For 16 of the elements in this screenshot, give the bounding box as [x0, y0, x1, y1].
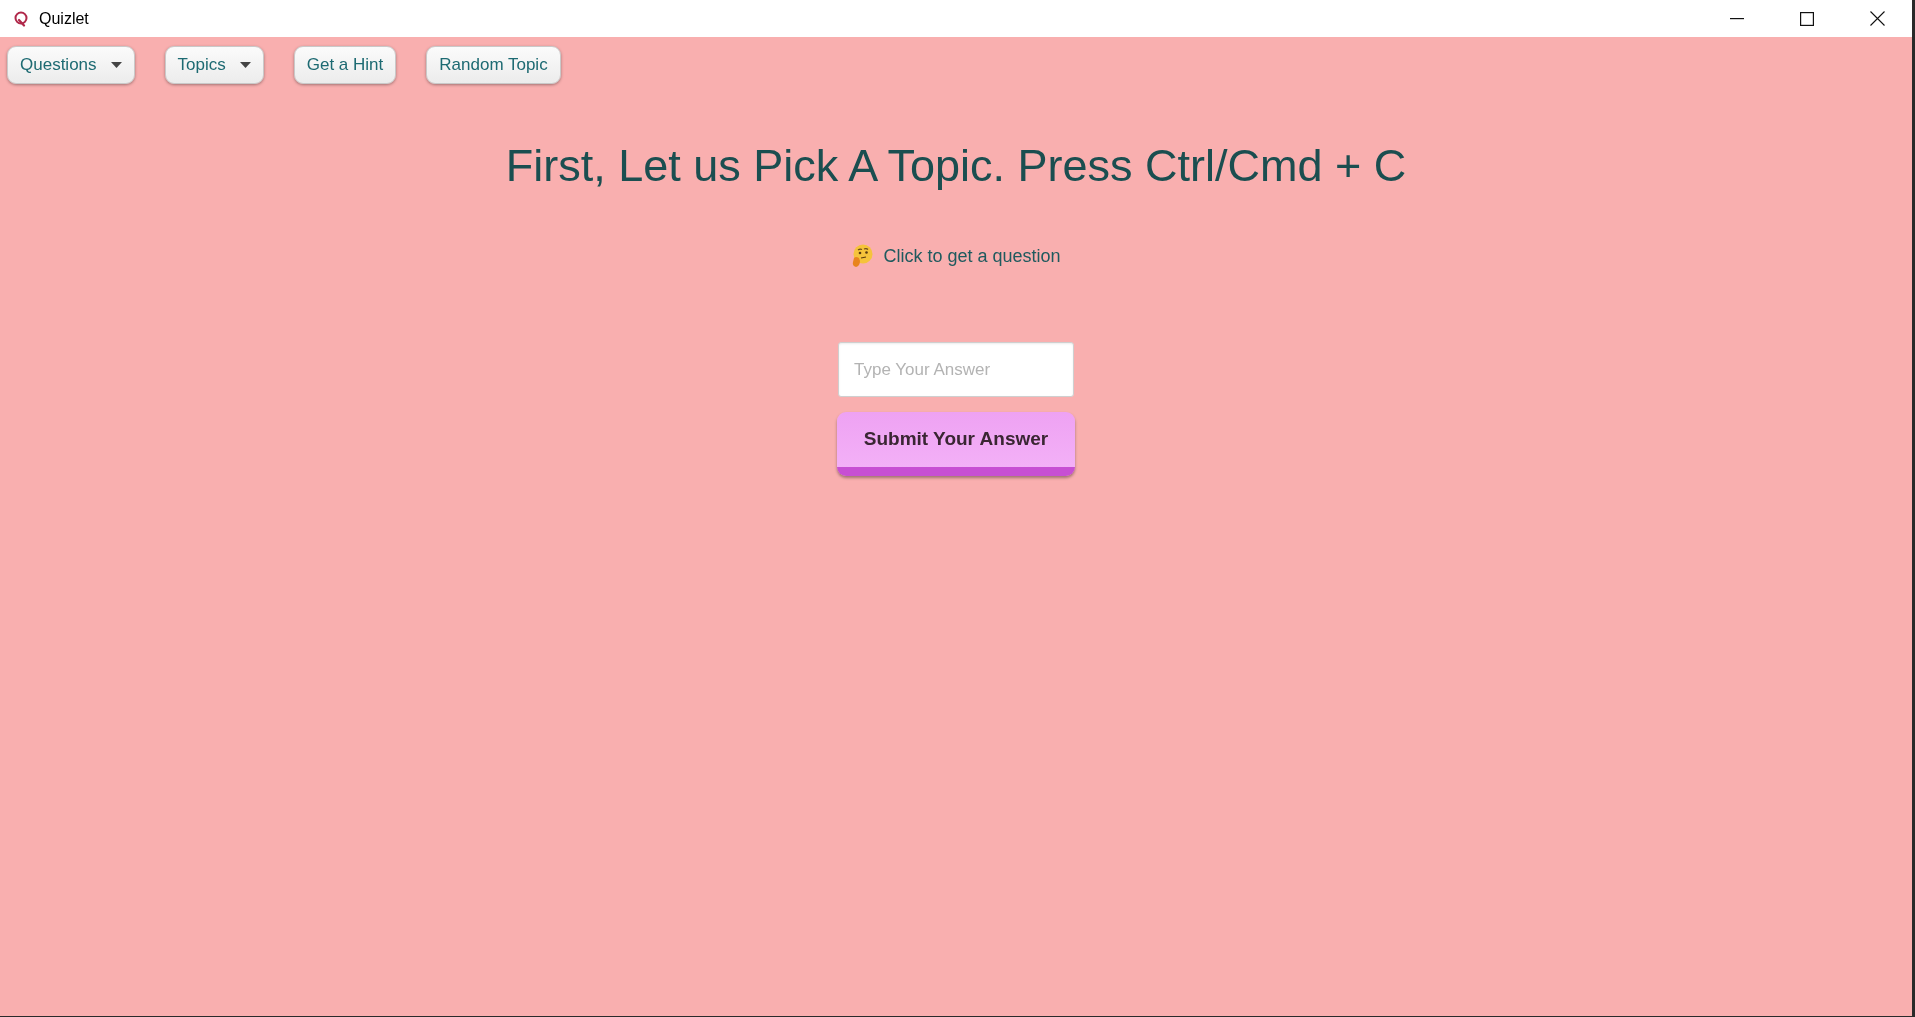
- dropdown-button[interactable]: Questions: [7, 45, 135, 84]
- toolbar-button[interactable]: Random Topic: [426, 45, 561, 84]
- heading: First, Let us Pick A Topic. Press Ctrl/Cmd + C: [505, 139, 1407, 193]
- caret-icon: [110, 61, 122, 68]
- window-title: Quizlet: [39, 8, 89, 29]
- answer-field[interactable]: Type Your Answer: [838, 342, 1074, 397]
- maximize-icon: [1800, 11, 1814, 26]
- toolbar-button[interactable]: Get a Hint: [293, 45, 397, 84]
- logo-icon: [13, 10, 29, 27]
- caret-icon: [239, 61, 251, 68]
- question-prompt[interactable]: Click to get a question: [883, 242, 1061, 270]
- dropdown-button[interactable]: Topics: [164, 45, 264, 84]
- minimize-icon: [1730, 17, 1744, 20]
- thinking-face-icon: [851, 244, 874, 268]
- close-icon: [1869, 11, 1885, 26]
- submit-button[interactable]: Submit Your Answer: [837, 412, 1075, 476]
